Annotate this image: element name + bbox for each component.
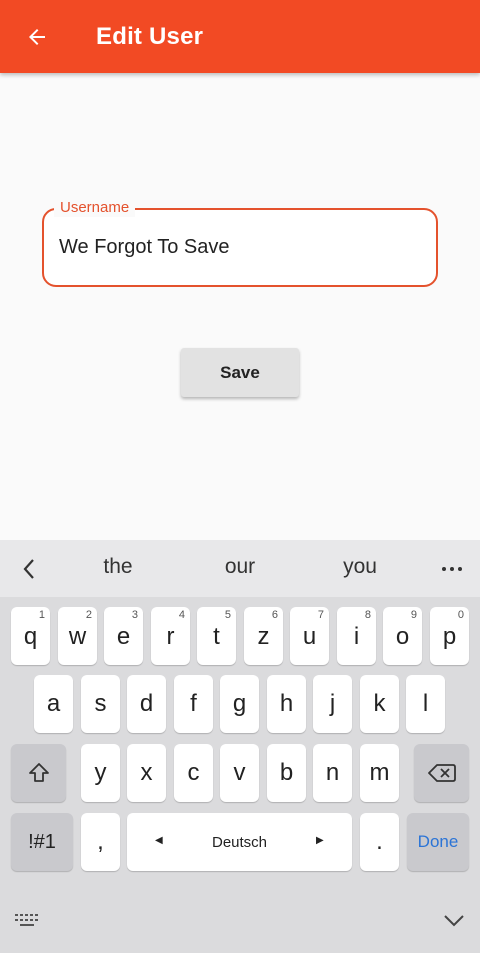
username-input[interactable]: We Forgot To Save [59,236,229,259]
shift-key[interactable] [11,744,66,802]
caret-left-icon: ◀ [155,835,163,846]
key-e[interactable]: 3e [104,607,143,665]
key-u[interactable]: 7u [290,607,329,665]
key-d[interactable]: d [127,675,166,733]
key-c[interactable]: c [174,744,213,802]
key-y[interactable]: y [81,744,120,802]
save-button[interactable]: Save [181,348,299,397]
shift-icon [28,763,49,782]
chevron-left-icon [23,559,34,579]
key-p[interactable]: 0p [430,607,469,665]
key-k[interactable]: k [360,675,399,733]
symbols-key[interactable]: !#1 [11,813,73,871]
caret-right-icon: ▶ [316,835,324,846]
key-period[interactable]: . [360,813,399,871]
suggestion-item[interactable]: you [310,555,410,579]
app-bar: Edit User [0,0,480,73]
suggestion-item[interactable]: our [190,555,290,579]
key-q[interactable]: 1q [11,607,50,665]
arrow-left-icon [29,28,45,45]
backspace-icon [427,764,456,782]
soft-keyboard: the our you 1q 2w 3e 4r 5t 6z 7u 8i 9o 0… [0,540,480,953]
key-s[interactable]: s [81,675,120,733]
username-field[interactable]: Username We Forgot To Save [42,199,438,287]
key-a[interactable]: a [34,675,73,733]
suggestion-back-button[interactable] [14,554,44,584]
key-f[interactable]: f [174,675,213,733]
back-button[interactable] [17,17,57,57]
key-w[interactable]: 2w [58,607,97,665]
key-m[interactable]: m [360,744,399,802]
keyboard-switch-icon[interactable] [14,912,40,930]
hide-keyboard-icon[interactable] [442,910,466,930]
key-t[interactable]: 5t [197,607,236,665]
username-label: Username [54,199,136,217]
key-h[interactable]: h [267,675,306,733]
key-i[interactable]: 8i [337,607,376,665]
key-z[interactable]: 6z [244,607,283,665]
more-options-icon[interactable] [436,554,468,584]
key-o[interactable]: 9o [383,607,422,665]
key-g[interactable]: g [220,675,259,733]
backspace-key[interactable] [414,744,469,802]
key-comma[interactable]: , [81,813,120,871]
key-v[interactable]: v [220,744,259,802]
key-b[interactable]: b [267,744,306,802]
done-key[interactable]: Done [407,813,469,871]
suggestion-bar: the our you [0,540,480,597]
suggestion-item[interactable]: the [68,555,168,579]
space-key[interactable]: ◀ Deutsch ▶ [127,813,352,871]
key-n[interactable]: n [313,744,352,802]
key-x[interactable]: x [127,744,166,802]
key-l[interactable]: l [406,675,445,733]
key-r[interactable]: 4r [151,607,190,665]
key-j[interactable]: j [313,675,352,733]
space-language-label: Deutsch [211,833,268,851]
page-title: Edit User [96,22,204,50]
